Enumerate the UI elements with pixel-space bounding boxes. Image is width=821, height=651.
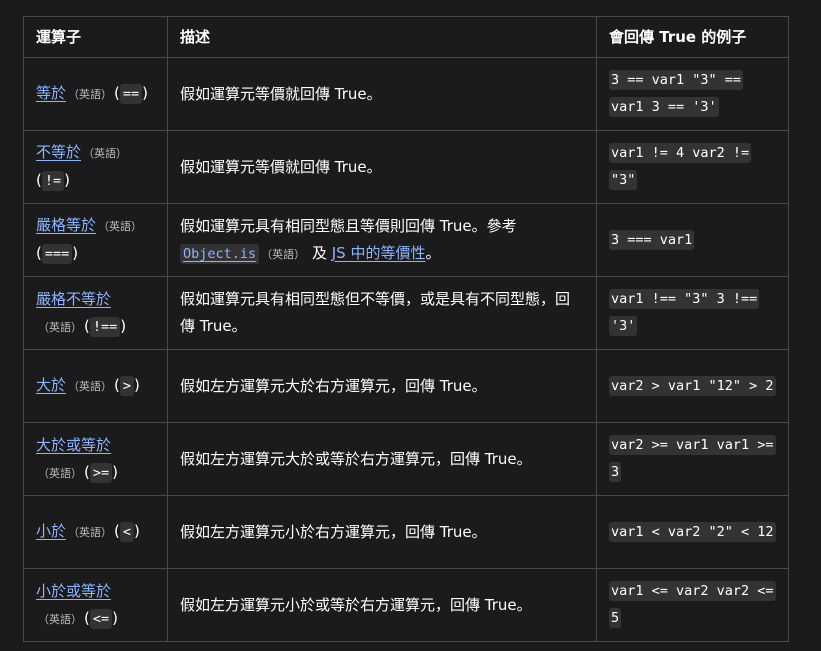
header-operator: 運算子 [23,16,168,58]
example-code: var2 > var1 "12" > 2 [609,375,776,396]
operator-link-greater[interactable]: 大於 [36,376,66,394]
english-tag[interactable]: （英語） [68,88,112,101]
description-cell: 假如左方運算元大於右方運算元，回傳 True。 [167,349,597,423]
operator-cell: 嚴格等於 （英語） (===) [23,203,168,277]
example-code: 3 === var1 [609,229,695,250]
operator-symbol: !== [89,316,121,337]
operator-symbol-wrapper: (<=) [84,608,118,629]
table-row: 大於或等於 （英語）(>=) 假如左方運算元大於或等於右方運算元，回傳 True。… [23,422,789,496]
english-tag[interactable]: （英語） [83,147,127,160]
operator-cell: 小於 （英語）(<) [23,495,168,569]
english-tag[interactable]: （英語） [38,467,82,480]
table-row: 小於 （英語）(<) 假如左方運算元小於右方運算元，回傳 True。 var1 <… [23,495,789,569]
operator-cell: 大於 （英語）(>) [23,349,168,423]
operator-symbol: != [41,171,65,191]
operator-symbol-wrapper: (>) [114,376,140,396]
example-cell: 3 === var1 [596,203,789,277]
operator-cell: 小於或等於 （英語）(<=) [23,568,168,642]
header-example: 會回傳 True 的例子 [596,16,789,58]
operator-symbol: > [119,376,135,396]
example-cell: var2 > var1 "12" > 2 [596,349,789,423]
example-cell: var2 >= var1 var1 >= 3 [596,422,789,496]
table-row: 嚴格不等於 （英語）(!==) 假如運算元具有相同型態但不等價，或是具有不同型態，… [23,276,789,350]
description-cell: 假如運算元等價就回傳 True。 [167,130,597,204]
operator-cell: 不等於 （英語） (!=) [23,130,168,204]
table-row: 小於或等於 （英語）(<=) 假如左方運算元小於或等於右方運算元，回傳 True。… [23,568,789,642]
operator-symbol: === [41,244,73,264]
operator-symbol-wrapper: (!=) [36,171,70,191]
operator-symbol-wrapper: (!==) [84,316,127,337]
description-cell: 假如運算元等價就回傳 True。 [167,57,597,131]
example-code: var1 !== "3" 3 !== '3' [609,289,760,336]
english-tag[interactable]: （英語） [261,248,305,261]
operator-link-strict-not-equal[interactable]: 嚴格不等於 [36,290,111,308]
operator-cell: 嚴格不等於 （英語）(!==) [23,276,168,350]
operator-link-less-equal[interactable]: 小於或等於 [36,582,111,600]
table-row: 大於 （英語）(>) 假如左方運算元大於右方運算元，回傳 True。 var2 >… [23,349,789,423]
table-row: 嚴格等於 （英語）(===) 假如運算元具有相同型態且等價則回傳 True。參考 … [23,203,789,277]
description-cell: 假如左方運算元小於或等於右方運算元，回傳 True。 [167,568,597,642]
description-cell: 假如左方運算元大於或等於右方運算元，回傳 True。 [167,422,597,496]
description-suffix: 。 [425,243,441,262]
example-code: var1 <= var2 var2 <= 5 [609,581,776,628]
english-tag[interactable]: （英語） [38,613,82,626]
example-cell: 3 == var1 "3" == var1 3 == '3' [596,57,789,131]
english-tag[interactable]: （英語） [68,526,112,539]
example-cell: var1 < var2 "2" < 12 [596,495,789,569]
operator-symbol: < [119,522,135,542]
table-row: 等於 （英語）(==) 假如運算元等價就回傳 True。 3 == var1 "3… [23,57,789,131]
operator-symbol: == [119,84,143,104]
english-tag[interactable]: （英語） [68,380,112,393]
header-description: 描述 [167,16,597,58]
operator-link-greater-equal[interactable]: 大於或等於 [36,436,111,454]
description-connector: 及 [311,243,327,262]
operator-link-strict-equal[interactable]: 嚴格等於 [36,216,96,234]
table-row: 不等於 （英語） (!=) 假如運算元等價就回傳 True。 var1 != 4 v… [23,130,789,204]
object-is-code: Object.is [180,243,260,264]
description-text: 假如運算元具有相同型態且等價則回傳 True。參考 [180,216,517,235]
operator-symbol: >= [89,462,113,483]
english-tag[interactable]: （英語） [38,321,82,334]
operator-symbol: <= [89,608,113,629]
operator-cell: 大於或等於 （英語）(>=) [23,422,168,496]
object-is-link[interactable]: Object.is [180,243,260,264]
operator-symbol-wrapper: (<) [114,522,140,542]
description-cell: 假如左方運算元小於右方運算元，回傳 True。 [167,495,597,569]
equality-link[interactable]: JS 中的等價性 [332,244,426,262]
comparison-operators-table: 運算子 描述 會回傳 True 的例子 等於 （英語）(==) 假如運算元等價就回… [23,16,789,642]
operator-link-equal[interactable]: 等於 [36,84,66,102]
operator-link-less[interactable]: 小於 [36,522,66,540]
table-header-row: 運算子 描述 會回傳 True 的例子 [23,16,789,58]
operator-symbol-wrapper: (==) [114,84,148,104]
example-code: 3 == var1 "3" == var1 3 == '3' [609,70,744,117]
operator-cell: 等於 （英語）(==) [23,57,168,131]
operator-symbol-wrapper: (>=) [84,462,118,483]
example-code: var2 >= var1 var1 >= 3 [609,435,776,482]
example-cell: var1 != 4 var2 != "3" [596,130,789,204]
example-cell: var1 <= var2 var2 <= 5 [596,568,789,642]
operator-symbol-wrapper: (===) [36,244,79,264]
example-code: var1 != 4 var2 != "3" [609,143,752,190]
description-cell: 假如運算元具有相同型態且等價則回傳 True。參考 Object.is （英語） … [167,203,597,277]
example-cell: var1 !== "3" 3 !== '3' [596,276,789,350]
example-code: var1 < var2 "2" < 12 [609,521,776,542]
description-cell: 假如運算元具有相同型態但不等價，或是具有不同型態，回傳 True。 [167,276,597,350]
english-tag[interactable]: （英語） [98,220,142,233]
operator-link-not-equal[interactable]: 不等於 [36,143,81,161]
